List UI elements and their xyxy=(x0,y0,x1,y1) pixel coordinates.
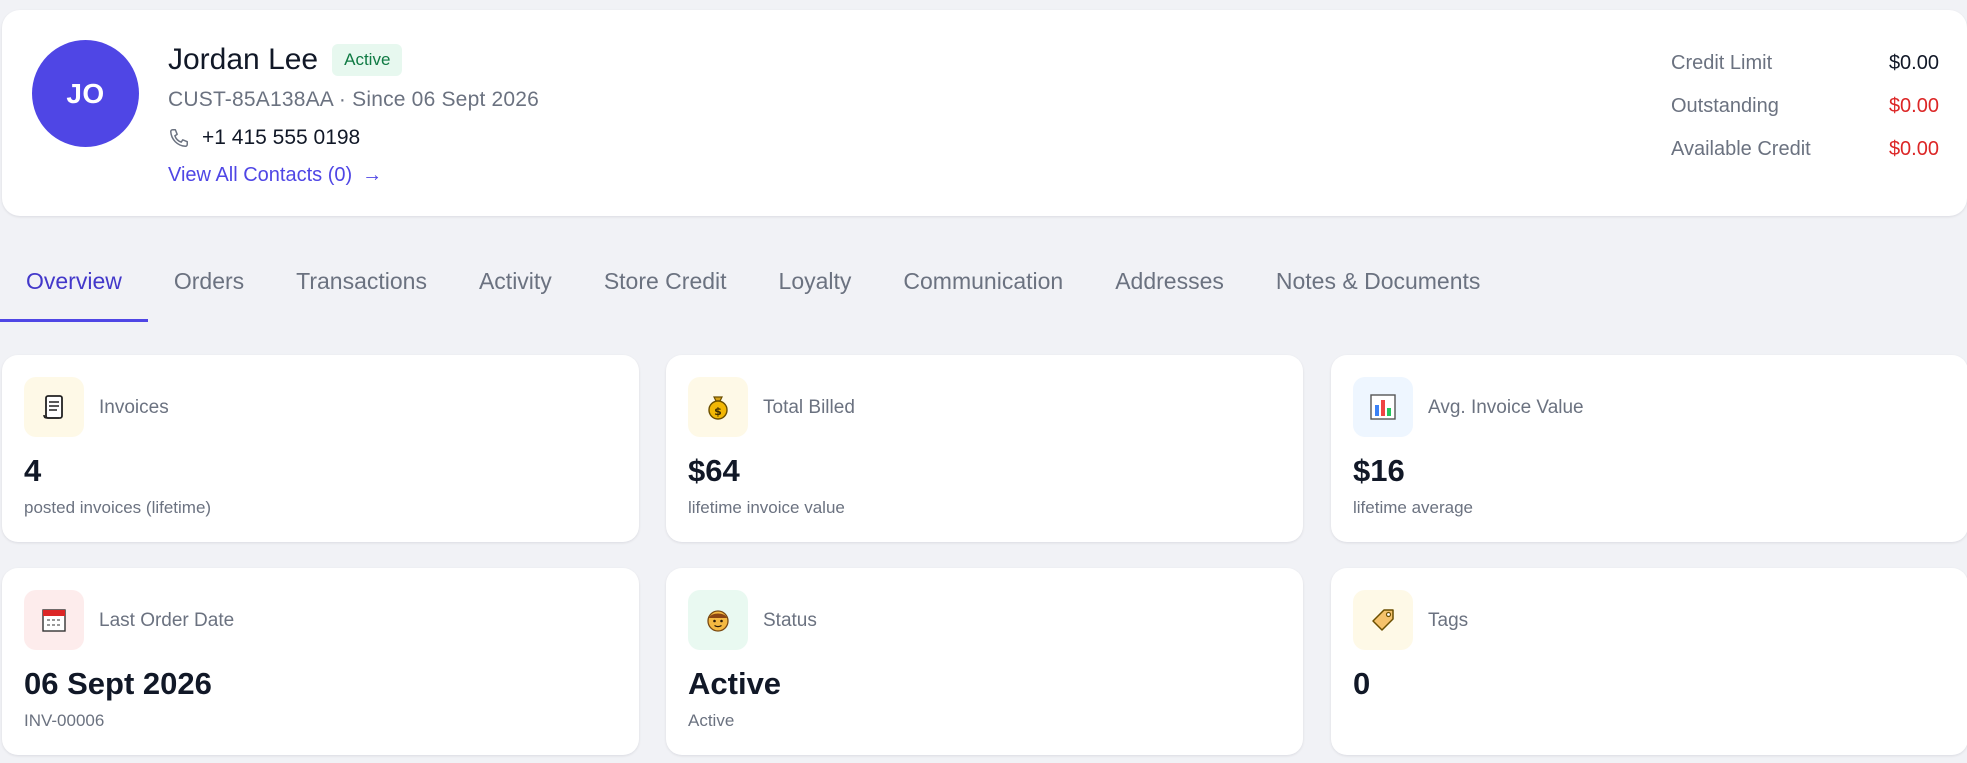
stat-label: Last Order Date xyxy=(99,610,235,631)
stat-card-tags: Tags 0 xyxy=(1331,568,1967,755)
outstanding-row: Outstanding $0.00 xyxy=(1671,85,1939,128)
tag-icon xyxy=(1353,590,1413,650)
stat-card-avg-invoice-value: Avg. Invoice Value $16 lifetime average xyxy=(1331,355,1967,542)
outstanding-label: Outstanding xyxy=(1671,95,1779,117)
credit-summary: Credit Limit $0.00 Outstanding $0.00 Ava… xyxy=(1671,42,1939,171)
person-face-icon xyxy=(688,590,748,650)
stat-subtext: INV-00006 xyxy=(24,711,105,730)
credit-limit-value: $0.00 xyxy=(1888,52,1939,74)
tab-store-credit[interactable]: Store Credit xyxy=(578,258,753,322)
stat-subtext: posted invoices (lifetime) xyxy=(24,498,212,517)
phone-number[interactable]: +1 415 555 0198 xyxy=(202,126,360,150)
view-all-contacts-link[interactable]: View All Contacts (0) → xyxy=(168,164,539,187)
tab-orders[interactable]: Orders xyxy=(148,258,270,322)
contacts-link-label: View All Contacts (0) xyxy=(168,164,353,186)
calendar-icon xyxy=(24,590,84,650)
stat-value: $16 xyxy=(1353,453,1405,488)
customer-name: Jordan Lee xyxy=(168,43,319,76)
scroll-icon xyxy=(24,377,84,437)
tab-overview[interactable]: Overview xyxy=(0,258,148,322)
phone-icon xyxy=(170,129,188,147)
stat-subtext: Active xyxy=(688,711,735,730)
stat-label: Avg. Invoice Value xyxy=(1428,397,1584,418)
stat-card-status: Status Active Active xyxy=(666,568,1303,755)
available-credit-label: Available Credit xyxy=(1671,138,1811,160)
stat-value: 06 Sept 2026 xyxy=(24,666,212,701)
stat-card-invoices: Invoices 4 posted invoices (lifetime) xyxy=(2,355,639,542)
outstanding-value: $0.00 xyxy=(1888,95,1939,117)
tab-addresses[interactable]: Addresses xyxy=(1089,258,1250,322)
tab-bar: Overview Orders Transactions Activity St… xyxy=(0,258,1506,322)
bar-chart-icon xyxy=(1353,377,1413,437)
svg-text:$: $ xyxy=(714,405,722,418)
customer-header-card: JO Jordan Lee Active CUST-85A138AA · Sin… xyxy=(2,10,1967,216)
money-bag-icon: $ xyxy=(688,377,748,437)
credit-limit-label: Credit Limit xyxy=(1671,52,1773,74)
stat-label: Total Billed xyxy=(763,397,855,418)
avatar: JO xyxy=(32,40,139,147)
stat-label: Tags xyxy=(1428,610,1469,631)
status-badge: Active xyxy=(332,44,403,76)
stat-card-total-billed: $ Total Billed $64 lifetime invoice valu… xyxy=(666,355,1303,542)
tab-activity[interactable]: Activity xyxy=(453,258,578,322)
stat-subtext: lifetime invoice value xyxy=(688,498,845,517)
tab-loyalty[interactable]: Loyalty xyxy=(753,258,878,322)
stat-value: 0 xyxy=(1353,666,1371,701)
tab-communication[interactable]: Communication xyxy=(877,258,1089,322)
stat-label: Status xyxy=(763,610,817,631)
stat-card-last-order-date: Last Order Date 06 Sept 2026 INV-00006 xyxy=(2,568,639,755)
stat-value: $64 xyxy=(688,453,740,488)
stat-label: Invoices xyxy=(99,397,169,418)
stat-subtext: lifetime average xyxy=(1353,498,1474,517)
stat-value: 4 xyxy=(24,453,42,488)
customer-info: Jordan Lee Active CUST-85A138AA · Since … xyxy=(168,40,539,187)
phone-row: +1 415 555 0198 xyxy=(168,126,539,150)
customer-meta: CUST-85A138AA · Since 06 Sept 2026 xyxy=(168,88,540,111)
available-credit-value: $0.00 xyxy=(1888,138,1939,160)
name-row: Jordan Lee Active xyxy=(168,40,539,80)
credit-limit-row: Credit Limit $0.00 xyxy=(1671,42,1939,85)
tab-notes-documents[interactable]: Notes & Documents xyxy=(1250,258,1507,322)
tab-transactions[interactable]: Transactions xyxy=(270,258,453,322)
arrow-right-icon: → xyxy=(362,164,383,186)
stat-value: Active xyxy=(688,666,782,701)
available-credit-row: Available Credit $0.00 xyxy=(1671,128,1939,171)
